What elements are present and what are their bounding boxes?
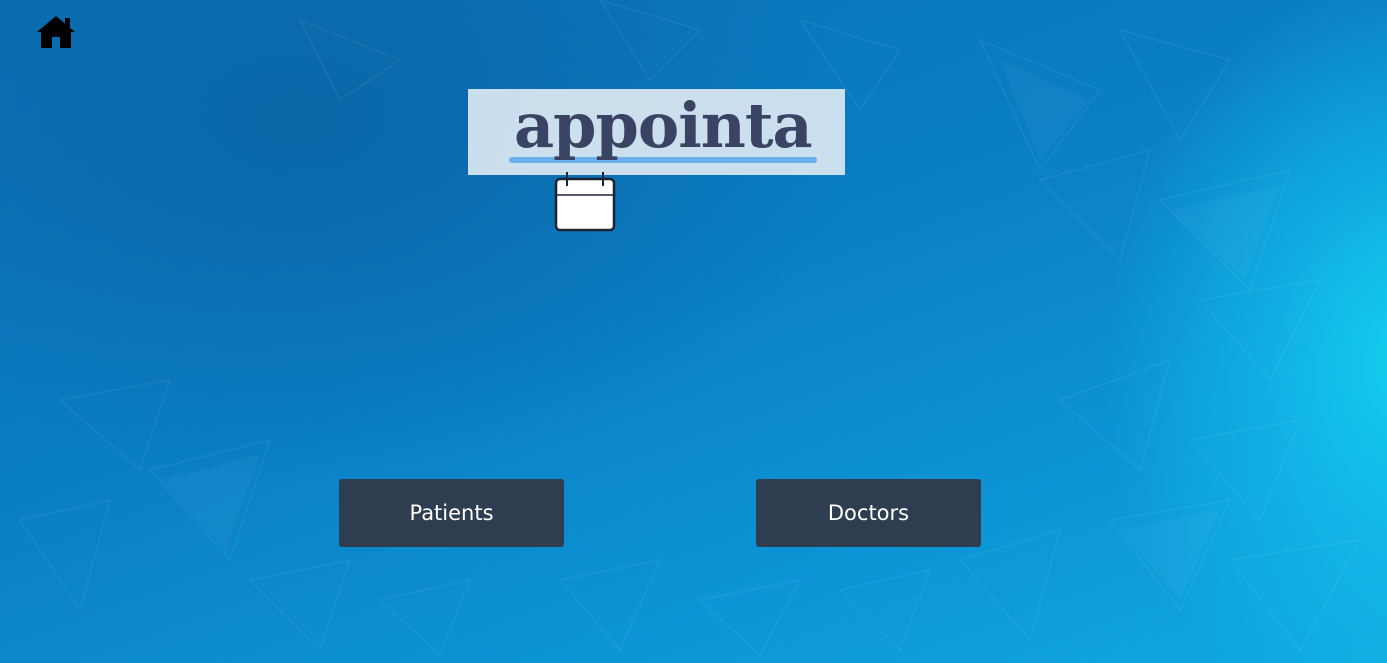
logo: appointa	[468, 89, 845, 175]
logo-text: appointa	[514, 89, 813, 162]
home-icon[interactable]	[35, 14, 77, 50]
patients-button[interactable]: Patients	[339, 479, 564, 547]
doctors-button[interactable]: Doctors	[756, 479, 981, 547]
calendar-icon	[554, 172, 616, 232]
